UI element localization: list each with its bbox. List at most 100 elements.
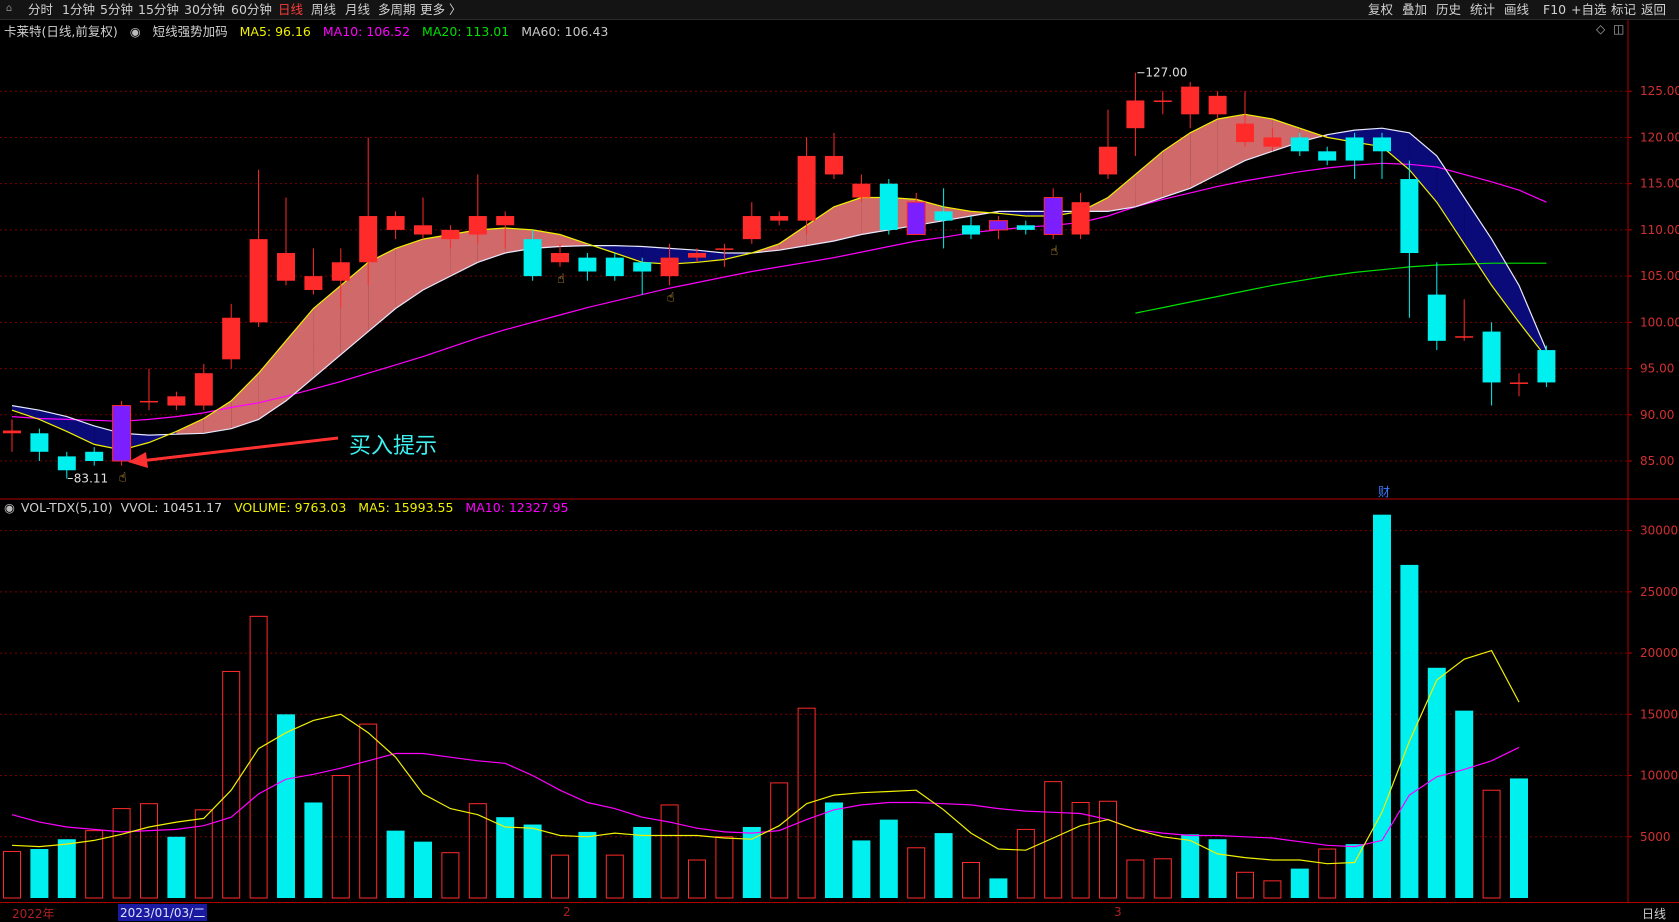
candle-body xyxy=(1318,151,1337,161)
volume-bar-up xyxy=(1236,871,1254,899)
candle-body-buy xyxy=(906,201,926,236)
ma-ribbon-segment xyxy=(258,340,286,420)
volume-ma10-line xyxy=(11,746,1520,848)
candle-body xyxy=(249,239,268,323)
candle-body xyxy=(414,225,432,235)
ma-ribbon-segment xyxy=(1436,155,1465,244)
candle-body xyxy=(660,257,679,277)
buy-hint-arrow-shaft xyxy=(139,436,339,463)
candle-body-doji xyxy=(1455,336,1474,338)
volume-bar-down xyxy=(1208,839,1227,898)
candle-body xyxy=(797,155,816,221)
volume-bar-down xyxy=(57,839,76,898)
volume-bar-down xyxy=(742,826,761,898)
candle-body xyxy=(1071,202,1090,235)
volume-bar-up xyxy=(907,847,926,899)
candle-body xyxy=(1537,350,1556,383)
volume-bar-up xyxy=(551,854,569,899)
candle-body xyxy=(1400,179,1419,254)
candle-body xyxy=(386,216,405,230)
price-tick-label: 105.00 xyxy=(1640,269,1679,283)
month-2-label: 2 xyxy=(563,905,571,919)
candle-body-doji xyxy=(1153,100,1172,102)
candle-body xyxy=(1263,137,1282,147)
volume-bar-down xyxy=(1427,667,1446,898)
candle-body xyxy=(304,276,323,290)
high-price-label: 127.00 xyxy=(1145,66,1187,80)
volume-bar-down xyxy=(1455,710,1474,898)
volume-bar-down xyxy=(879,819,898,898)
volume-bar-up xyxy=(660,804,679,899)
volume-bar-down xyxy=(277,714,295,898)
candle-body-doji xyxy=(140,400,158,403)
ma-ribbon-segment xyxy=(1464,197,1492,286)
candle-body xyxy=(688,253,706,258)
candle-body xyxy=(1126,100,1145,129)
price-tick-label: 110.00 xyxy=(1640,223,1679,237)
candle-body xyxy=(852,183,871,198)
stock-chart[interactable]: 85.00 90.00 95.00 100.00 105.00 110.00 115.00 1… xyxy=(0,0,1679,902)
candle-body xyxy=(194,373,213,406)
buy-hand-icon: ☝ xyxy=(557,272,565,287)
period-label[interactable]: 日线 xyxy=(1642,905,1666,922)
volume-bar-down xyxy=(1510,778,1528,898)
candle-body xyxy=(468,216,487,235)
candle-body-doji xyxy=(715,248,734,250)
volume-bar-up xyxy=(194,809,213,899)
volume-bar-up xyxy=(441,852,460,899)
candle-body xyxy=(962,225,980,235)
volume-bar-up xyxy=(112,808,131,899)
ma-ribbon-segment xyxy=(1190,118,1218,189)
candle-body xyxy=(742,216,761,240)
candle-body xyxy=(496,216,515,226)
candle-body xyxy=(167,396,186,406)
ma-ribbon-segment xyxy=(395,239,423,309)
candle-body xyxy=(770,216,789,221)
candle-body xyxy=(1427,294,1446,341)
ma-ribbon-segment xyxy=(1217,114,1245,175)
volume-bar-up xyxy=(770,782,789,899)
volume-bar-up xyxy=(1318,848,1337,899)
date-axis-bar: 2022年 2023/01/03/二 2 3 日线 xyxy=(0,902,1679,921)
candle-body xyxy=(1099,146,1117,175)
candle-body xyxy=(1345,137,1364,161)
candle-body xyxy=(825,155,843,175)
volume-bar-up xyxy=(1263,880,1282,899)
candle-body xyxy=(523,239,542,277)
ma-ribbon-segment xyxy=(203,400,232,434)
volume-bar-up xyxy=(1044,781,1063,899)
ma-ribbon-segment xyxy=(1491,239,1519,323)
candle-body xyxy=(1236,123,1254,143)
candle-body xyxy=(277,253,295,281)
volume-bar-down xyxy=(633,826,652,898)
candle-body xyxy=(551,253,569,263)
volume-bar-down xyxy=(825,802,843,898)
candle-body xyxy=(359,216,378,263)
price-tick-label: 85.00 xyxy=(1640,454,1674,468)
year-label: 2022年 xyxy=(12,907,55,921)
volume-bar-up xyxy=(688,859,706,899)
volume-tick-label: 10000 xyxy=(1640,769,1678,783)
ma60-line xyxy=(11,162,1547,422)
volume-bar-down xyxy=(934,833,953,898)
ma-ribbon-segment xyxy=(1108,174,1136,212)
candle-body-buy xyxy=(112,405,132,462)
volume-bar-down xyxy=(852,840,871,898)
volume-bar-up xyxy=(359,723,378,899)
candle-body xyxy=(1482,331,1501,383)
candle-body xyxy=(441,229,460,240)
volume-bar-down xyxy=(578,831,597,898)
volume-tick-label: 15000 xyxy=(1640,707,1678,721)
volume-tick-label: 20000 xyxy=(1640,646,1678,660)
volume-bar-up xyxy=(605,854,624,899)
candle-body xyxy=(1290,137,1309,152)
volume-bar-up xyxy=(222,670,241,899)
volume-bar-up xyxy=(1126,859,1145,899)
price-tick-label: 115.00 xyxy=(1640,177,1679,191)
volume-bar-down xyxy=(989,878,1008,898)
buy-hand-icon: ☝ xyxy=(1050,244,1058,259)
low-price-label: 83.11 xyxy=(74,471,108,485)
candle-body-buy xyxy=(988,220,1008,231)
volume-bar-down xyxy=(30,849,49,898)
candle-body xyxy=(879,183,898,230)
